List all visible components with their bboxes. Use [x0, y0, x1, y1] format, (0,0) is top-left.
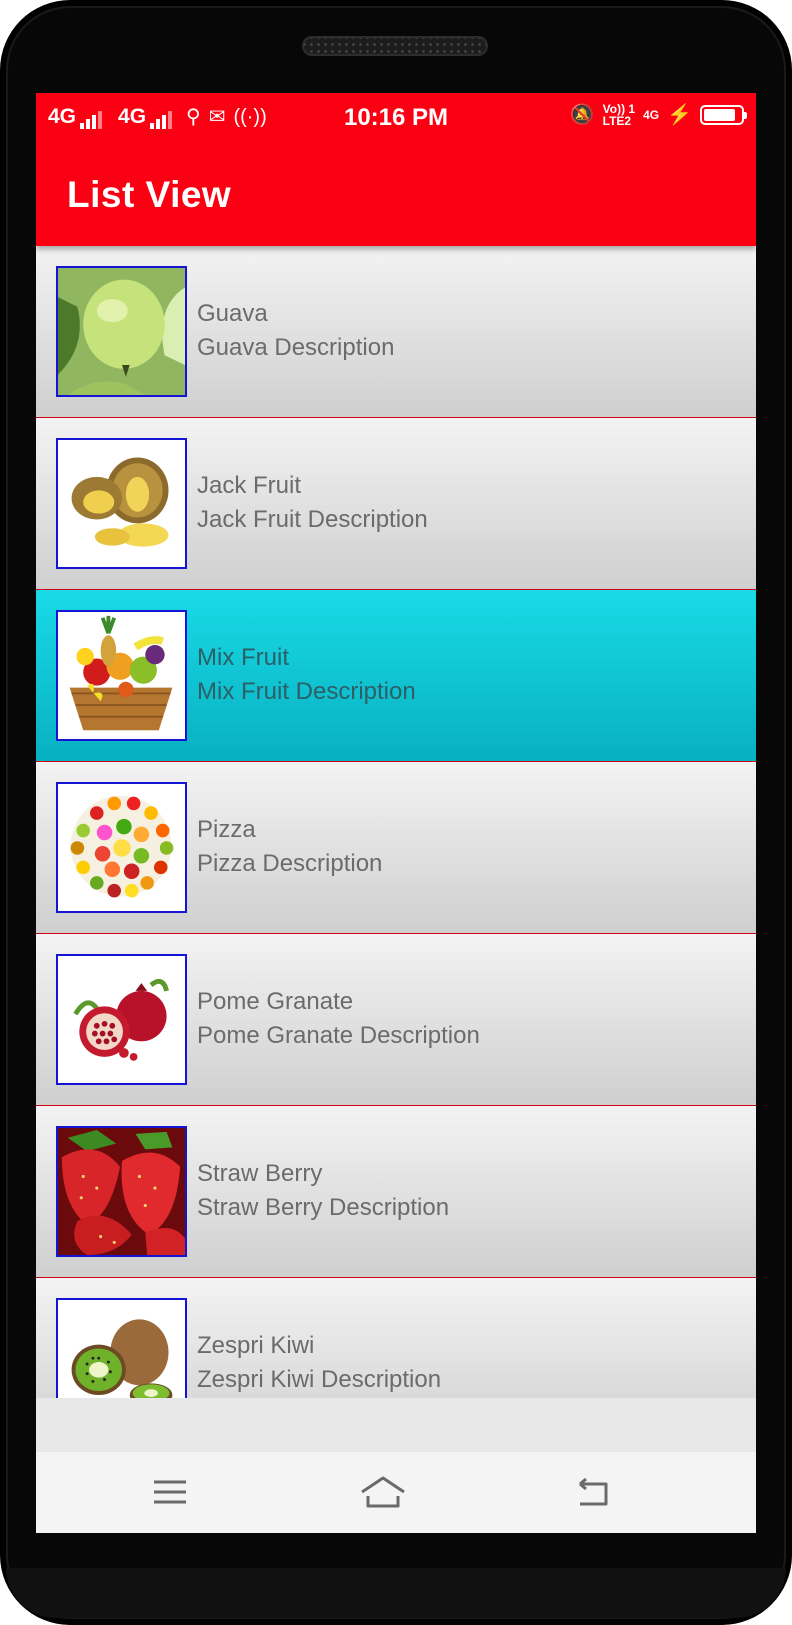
battery-level [704, 109, 735, 121]
charging-icon: ⚡ [667, 104, 692, 126]
item-description: Pome Granate Description [197, 1022, 480, 1049]
kiwi-image [56, 1298, 187, 1398]
row-text: Jack Fruit Jack Fruit Description [197, 469, 428, 537]
row-text: Mix Fruit Mix Fruit Description [197, 641, 416, 709]
item-title: Zespri Kiwi [197, 1332, 315, 1359]
page-title: List View [67, 174, 232, 215]
volte-indicator: Vo)) 1 LTE2 [603, 103, 635, 127]
back-icon[interactable] [570, 1472, 614, 1512]
pomegranate-image [56, 954, 187, 1085]
row-text: Pizza Pizza Description [197, 813, 382, 881]
item-description: Jack Fruit Description [197, 506, 428, 533]
item-description: Guava Description [197, 334, 395, 361]
status-right-group: 🔕 Vo)) 1 LTE2 4G ⚡ [569, 103, 747, 127]
item-title: Pome Granate [197, 988, 354, 1015]
item-description: Mix Fruit Description [197, 678, 416, 705]
navigation-bar [36, 1452, 756, 1533]
list-item[interactable]: Pizza Pizza Description [36, 762, 756, 934]
row-text: Straw Berry Straw Berry Description [197, 1157, 449, 1225]
app-bar: List View [36, 145, 756, 246]
guava-image [56, 266, 187, 397]
item-title: Pizza [197, 816, 256, 843]
item-description: Pizza Description [197, 850, 383, 877]
list-item[interactable]: Jack Fruit Jack Fruit Description [36, 418, 756, 590]
earpiece-speaker [302, 36, 488, 56]
fruit-circle-image [56, 782, 187, 913]
item-title: Straw Berry [197, 1160, 323, 1187]
phone-chin [6, 1568, 786, 1618]
menu-icon[interactable] [148, 1472, 192, 1512]
fruit-list[interactable]: Guava Guava Description Jack Fruit Jack … [36, 246, 756, 1398]
item-description: Straw Berry Description [197, 1194, 450, 1221]
list-item[interactable]: Guava Guava Description [36, 246, 756, 418]
strawberry-image [56, 1126, 187, 1257]
screen: 4G 4G ⚲ ✉ ((·)) 10:16 PM 🔕 Vo)) 1 LTE2 4… [36, 93, 756, 1533]
row-text: Guava Guava Description [197, 297, 394, 365]
row-text: Zespri Kiwi Zespri Kiwi Description [197, 1329, 441, 1397]
list-item-selected[interactable]: Mix Fruit Mix Fruit Description [36, 590, 756, 762]
mute-notification-icon: 🔕 [569, 104, 595, 126]
item-title: Jack Fruit [197, 472, 302, 499]
fruit-basket-image [56, 610, 187, 741]
list-item[interactable]: Straw Berry Straw Berry Description [36, 1106, 756, 1278]
list-item[interactable]: Pome Granate Pome Granate Description [36, 934, 756, 1106]
item-description: Zespri Kiwi Description [197, 1366, 442, 1393]
list-item[interactable]: Zespri Kiwi Zespri Kiwi Description [36, 1278, 756, 1398]
row-text: Pome Granate Pome Granate Description [197, 985, 480, 1053]
phone-frame: 4G 4G ⚲ ✉ ((·)) 10:16 PM 🔕 Vo)) 1 LTE2 4… [0, 0, 792, 1625]
home-icon[interactable] [358, 1472, 408, 1512]
item-title: Mix Fruit [197, 644, 289, 671]
battery-icon [700, 105, 747, 125]
lte-label: LTE2 [602, 114, 632, 128]
status-bar: 4G 4G ⚲ ✉ ((·)) 10:16 PM 🔕 Vo)) 1 LTE2 4… [36, 93, 756, 145]
jackfruit-image [56, 438, 187, 569]
item-title: Guava [197, 300, 268, 327]
net-type-label: 4G [643, 108, 660, 122]
